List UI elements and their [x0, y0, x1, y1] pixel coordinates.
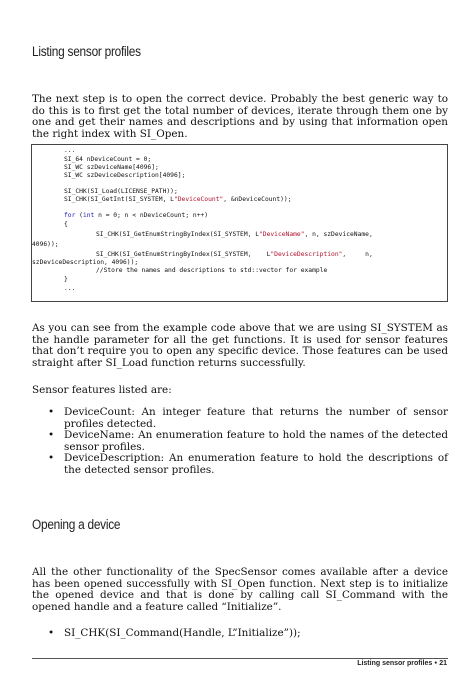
- code-block: ... SI_64 nDeviceCount = 0; SI_WC szDevi…: [31, 144, 448, 302]
- features-title: Sensor features listed are:: [32, 384, 172, 396]
- code-line: ...: [64, 285, 76, 292]
- code-line: szDeviceDescription, 4096));: [32, 259, 139, 266]
- list-item: • DeviceCount: An integer feature that re…: [48, 406, 448, 430]
- bullet-icon: •: [48, 406, 55, 418]
- bullet-icon: •: [48, 429, 55, 441]
- code-line: ...: [64, 147, 76, 154]
- heading-listing-sensor-profiles: Listing sensor profiles: [32, 44, 141, 59]
- code-line: SI_CHK(SI_GetEnumStringByIndex(SI_SYSTEM…: [96, 251, 373, 258]
- after-code-paragraph: As you can see from the example code abo…: [32, 322, 448, 369]
- opening-list: • SI_CHK(SI_Command(Handle, L”Initialize”…: [48, 627, 448, 640]
- code-line: for (int n = 0; n < nDeviceCount; n++): [64, 212, 209, 219]
- footer-divider: [32, 658, 448, 659]
- code-line: SI_64 nDeviceCount = 0;: [64, 156, 152, 163]
- page-footer: Listing sensor profiles ● 21: [357, 660, 447, 667]
- code-line: {: [64, 221, 68, 228]
- opening-paragraph: All the other functionality of the SpecS…: [32, 566, 448, 613]
- list-item: • SI_CHK(SI_Command(Handle, L”Initialize”…: [48, 627, 301, 639]
- footer-bullet-icon: ●: [434, 660, 438, 666]
- code-line: //Store the names and descriptions to st…: [96, 267, 328, 274]
- code-line: SI_CHK(SI_GetInt(SI_SYSTEM, L"DeviceCoun…: [64, 196, 292, 203]
- code-line: SI_WC szDeviceName[4096];: [64, 164, 159, 171]
- footer-section-title: Listing sensor profiles: [357, 660, 433, 667]
- list-item: • DeviceDescription: An enumeration featu…: [48, 452, 448, 476]
- code-line: }: [64, 276, 68, 283]
- intro-paragraph: The next step is to open the correct dev…: [32, 93, 448, 140]
- code-line: 4096));: [32, 241, 59, 248]
- bullet-icon: •: [48, 627, 55, 639]
- heading-opening-a-device: Opening a device: [32, 517, 121, 532]
- page-number: 21: [439, 660, 447, 667]
- list-item: • DeviceName: An enumeration feature to h…: [48, 429, 448, 453]
- code-line: SI_CHK(SI_GetEnumStringByIndex(SI_SYSTEM…: [96, 231, 373, 238]
- features-list: • DeviceCount: An integer feature that re…: [48, 406, 448, 476]
- code-line: SI_WC szDeviceDescription[4096];: [64, 172, 186, 179]
- code-line: SI_CHK(SI_Load(LICENSE_PATH));: [64, 188, 178, 195]
- bullet-icon: •: [48, 452, 55, 464]
